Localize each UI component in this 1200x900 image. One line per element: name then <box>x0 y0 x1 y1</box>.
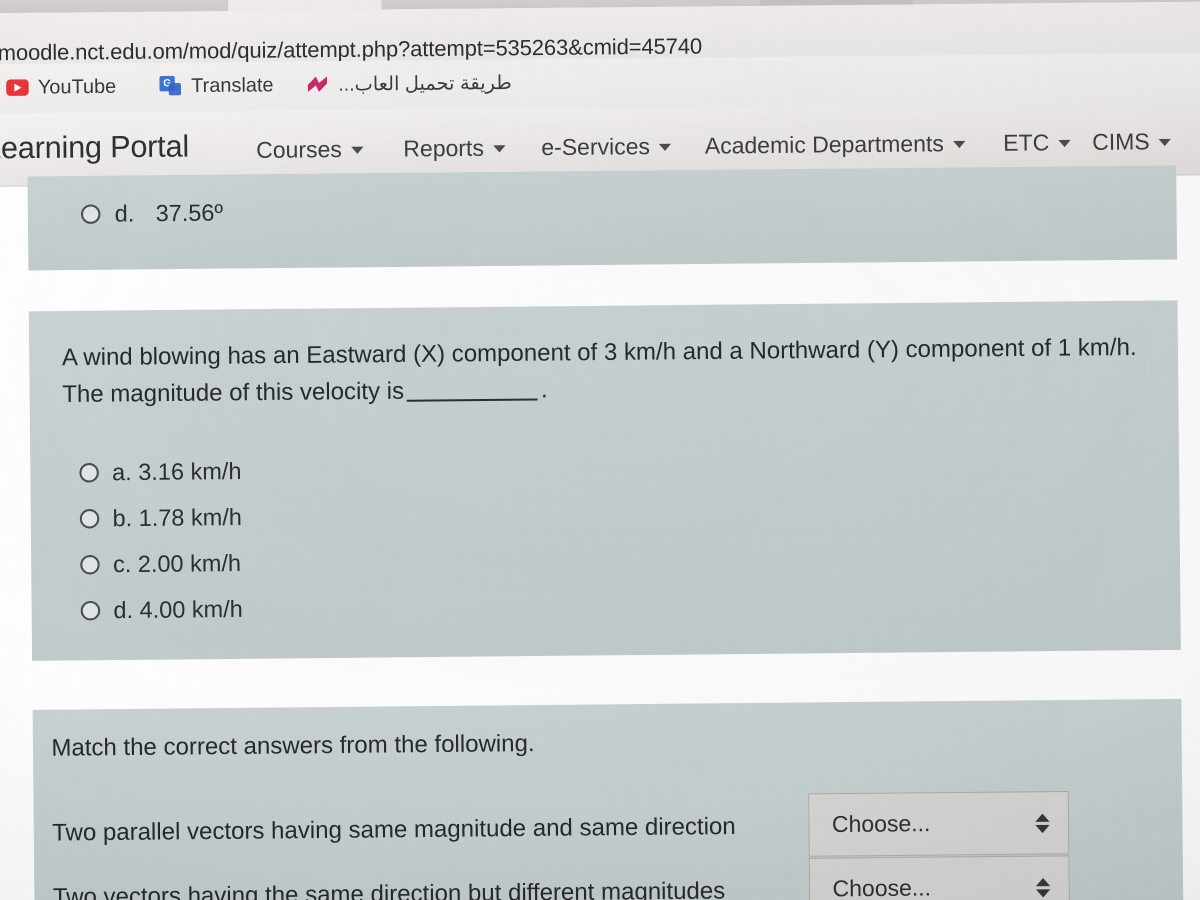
nav-item-courses[interactable]: Courses <box>256 136 364 164</box>
question-card: A wind blowing has an Eastward (X) compo… <box>28 300 1181 661</box>
option-c[interactable]: c. 2.00 km/h <box>80 540 243 588</box>
nav-item-label: e-Services <box>541 133 651 161</box>
matching-select-value: Choose... <box>831 810 931 838</box>
google-translate-icon <box>159 76 182 97</box>
nav-item-academic-departments[interactable]: Academic Departments <box>705 131 966 160</box>
matching-row-label: Two parallel vectors having same magnitu… <box>52 812 736 846</box>
radio-icon[interactable] <box>80 554 100 575</box>
option-label: a. 3.16 km/h <box>111 457 242 486</box>
select-spinner-icon <box>1035 877 1051 898</box>
radio-icon[interactable] <box>79 462 99 483</box>
question-line-2-end: . <box>540 375 548 403</box>
option-label: c. 2.00 km/h <box>112 549 242 578</box>
nav-item-cims[interactable]: CIMS <box>1092 128 1172 156</box>
youtube-icon <box>6 79 29 96</box>
option-label: d. 4.00 km/h <box>113 595 243 624</box>
nav-item-etc[interactable]: ETC <box>1003 130 1071 157</box>
matching-row: Two parallel vectors having same magnitu… <box>52 789 1167 865</box>
option-a[interactable]: a. 3.16 km/h <box>79 448 242 496</box>
matching-title: Match the correct answers from the follo… <box>51 729 535 761</box>
bookmark-label: طريقة تحميل العاب... <box>338 72 512 96</box>
site-brand[interactable]: -Learning Portal <box>0 130 189 167</box>
chevron-down-icon <box>493 144 506 153</box>
option-d[interactable]: d. 4.00 km/h <box>80 586 244 634</box>
nav-item-label: ETC <box>1003 129 1050 156</box>
matching-select-0[interactable]: Choose... <box>808 790 1070 857</box>
matching-select-value: Choose... <box>832 875 932 900</box>
nav-item-reports[interactable]: Reports <box>403 135 506 163</box>
chevron-down-icon <box>952 140 966 148</box>
bookmark-gamemodding[interactable]: طريقة تحميل العاب... <box>306 66 512 103</box>
radio-icon[interactable] <box>79 508 100 529</box>
bookmark-label: YouTube <box>37 74 117 99</box>
gamemodding-icon <box>307 74 330 95</box>
select-spinner-icon <box>1035 813 1050 833</box>
nav-item-label: Reports <box>403 135 485 162</box>
matching-question-card: Match the correct answers from the follo… <box>32 698 1184 900</box>
question-options: a. 3.16 km/h b. 1.78 km/h c. 2.00 km/h d… <box>79 448 243 634</box>
bookmark-youtube[interactable]: YouTube <box>6 69 116 105</box>
option-text: 37.56º <box>155 199 224 227</box>
nav-item-label: Academic Departments <box>704 130 944 159</box>
nav-item-e-services[interactable]: e-Services <box>541 133 672 161</box>
nav-item-label: Courses <box>256 136 342 164</box>
radio-icon[interactable] <box>80 204 101 224</box>
nav-item-label: CIMS <box>1092 128 1150 155</box>
question-text: A wind blowing has an Eastward (X) compo… <box>62 329 1146 412</box>
option-b[interactable]: b. 1.78 km/h <box>79 494 243 542</box>
bookmark-label: Translate <box>191 73 274 97</box>
option-label: b. 1.78 km/h <box>112 503 243 532</box>
question-line-1: A wind blowing has an Eastward (X) compo… <box>61 334 1072 371</box>
quiz-page: d. 37.56º A wind blowing has an Eastward… <box>0 165 1200 900</box>
option-letter: d. <box>114 199 135 227</box>
radio-icon[interactable] <box>80 600 101 621</box>
previous-question-option-d[interactable]: d. 37.56º <box>80 199 224 228</box>
answer-blank <box>407 383 539 402</box>
bookmark-translate[interactable]: Translate <box>159 68 274 104</box>
chevron-down-icon <box>1158 138 1172 146</box>
chevron-down-icon <box>350 146 364 154</box>
chevron-down-icon <box>1058 139 1071 147</box>
matching-select-1[interactable]: Choose... <box>808 855 1070 900</box>
matching-row-label: Two vectors having the same direction bu… <box>52 876 726 900</box>
chevron-down-icon <box>659 143 672 151</box>
previous-question-card: d. 37.56º <box>27 165 1178 271</box>
